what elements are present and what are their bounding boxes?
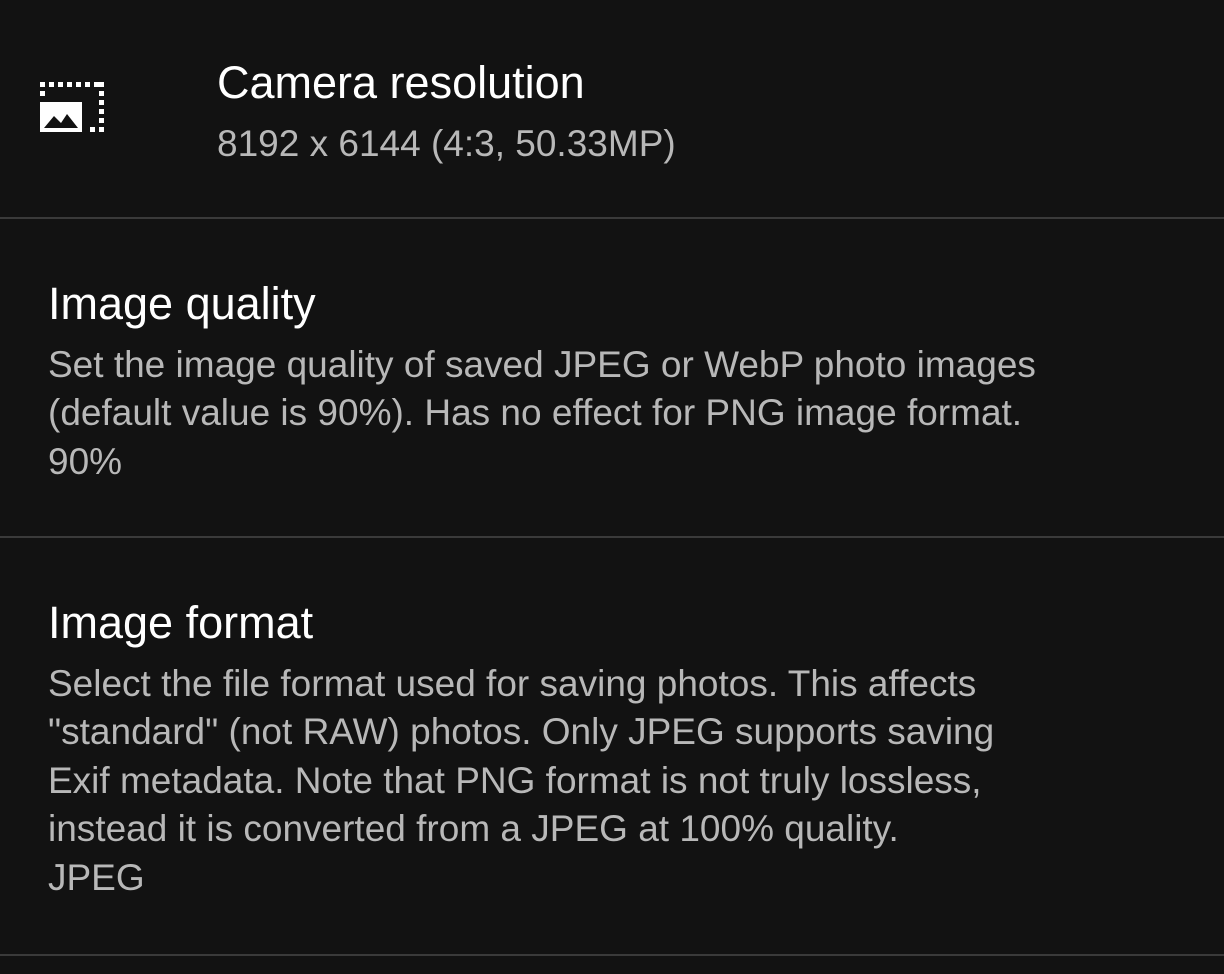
pref-value: JPEG: [48, 857, 145, 898]
pref-summary-line: (default value is 90%). Has no effect fo…: [48, 392, 1023, 433]
pref-summary-line: "standard" (not RAW) photos. Only JPEG s…: [48, 711, 995, 752]
pref-summary-line: Select the file format used for saving p…: [48, 663, 977, 704]
pref-summary-line: Exif metadata. Note that PNG format is n…: [48, 760, 982, 801]
pref-image-format[interactable]: Image format Select the file format used…: [0, 538, 1224, 954]
divider: [0, 954, 1224, 956]
pref-camera-resolution[interactable]: Camera resolution 8192 x 6144 (4:3, 50.3…: [0, 0, 1224, 218]
pref-summary: 8192 x 6144 (4:3, 50.33MP): [217, 123, 676, 164]
pref-summary-line: instead it is converted from a JPEG at 1…: [48, 808, 899, 849]
pref-title: Image quality: [48, 278, 316, 329]
pref-summary-line: Set the image quality of saved JPEG or W…: [48, 344, 1036, 385]
pref-image-quality[interactable]: Image quality Set the image quality of s…: [0, 219, 1224, 537]
pref-value: 90%: [48, 441, 123, 482]
photo-size-select-icon: [38, 80, 106, 138]
pref-title: Camera resolution: [217, 57, 585, 108]
pref-title: Image format: [48, 597, 314, 648]
